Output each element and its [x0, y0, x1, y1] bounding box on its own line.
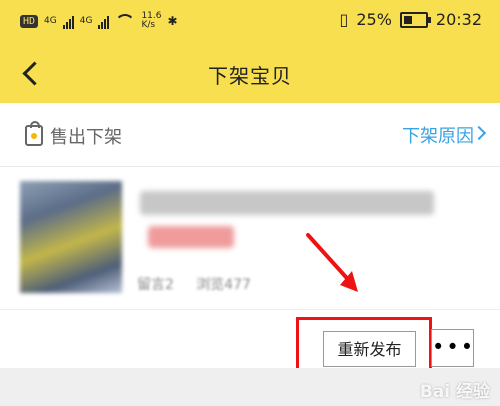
- signal-icon-1: [62, 13, 74, 29]
- page-title: 下架宝贝: [208, 64, 292, 88]
- battery-percent: 25%: [356, 10, 392, 29]
- clock: 20:32: [435, 10, 482, 29]
- signal-icon-2: [98, 13, 110, 29]
- delist-status-row: 售出下架 下架原因: [0, 103, 500, 167]
- network-label-1: 4G: [44, 15, 57, 26]
- bluetooth-icon: ✱: [167, 14, 178, 28]
- annotation-arrow-icon: [306, 233, 358, 292]
- navigation-bar: 下架宝贝: [0, 44, 500, 103]
- chevron-right-icon[interactable]: [471, 125, 487, 141]
- republish-button[interactable]: 重新发布: [323, 331, 416, 367]
- item-title-blurred[interactable]: [140, 191, 434, 215]
- watermark: Bai 经验: [419, 382, 490, 402]
- more-options-button[interactable]: •••: [431, 329, 474, 367]
- network-label-2: 4G: [79, 15, 93, 26]
- battery-icon: [399, 11, 431, 28]
- top-bar: HD 4G 4G 11.6 K/s ✱ ▯ 25% 20:32 下架宝贝: [0, 0, 500, 103]
- status-bar: HD 4G 4G 11.6 K/s ✱ ▯ 25% 20:32: [0, 0, 500, 44]
- hd-badge: HD: [20, 14, 39, 28]
- card-divider: [0, 309, 500, 310]
- sold-status-label: 售出下架: [50, 127, 122, 148]
- item-price-blurred: [148, 226, 234, 248]
- status-left: HD 4G 4G 11.6 K/s ✱: [20, 12, 178, 30]
- wifi-icon: [115, 14, 136, 28]
- item-meta: 留言2 浏览477: [137, 274, 251, 294]
- view-count: 浏览477: [196, 277, 251, 293]
- network-speed: 11.6 K/s: [141, 11, 162, 30]
- shopping-bag-icon: [25, 121, 43, 146]
- item-thumbnail[interactable]: [20, 181, 122, 293]
- delist-reason-link[interactable]: 下架原因: [402, 122, 474, 148]
- vibrate-icon: ▯: [339, 10, 349, 29]
- comment-count: 留言2: [137, 277, 174, 293]
- status-right: ▯ 25% 20:32: [340, 10, 482, 29]
